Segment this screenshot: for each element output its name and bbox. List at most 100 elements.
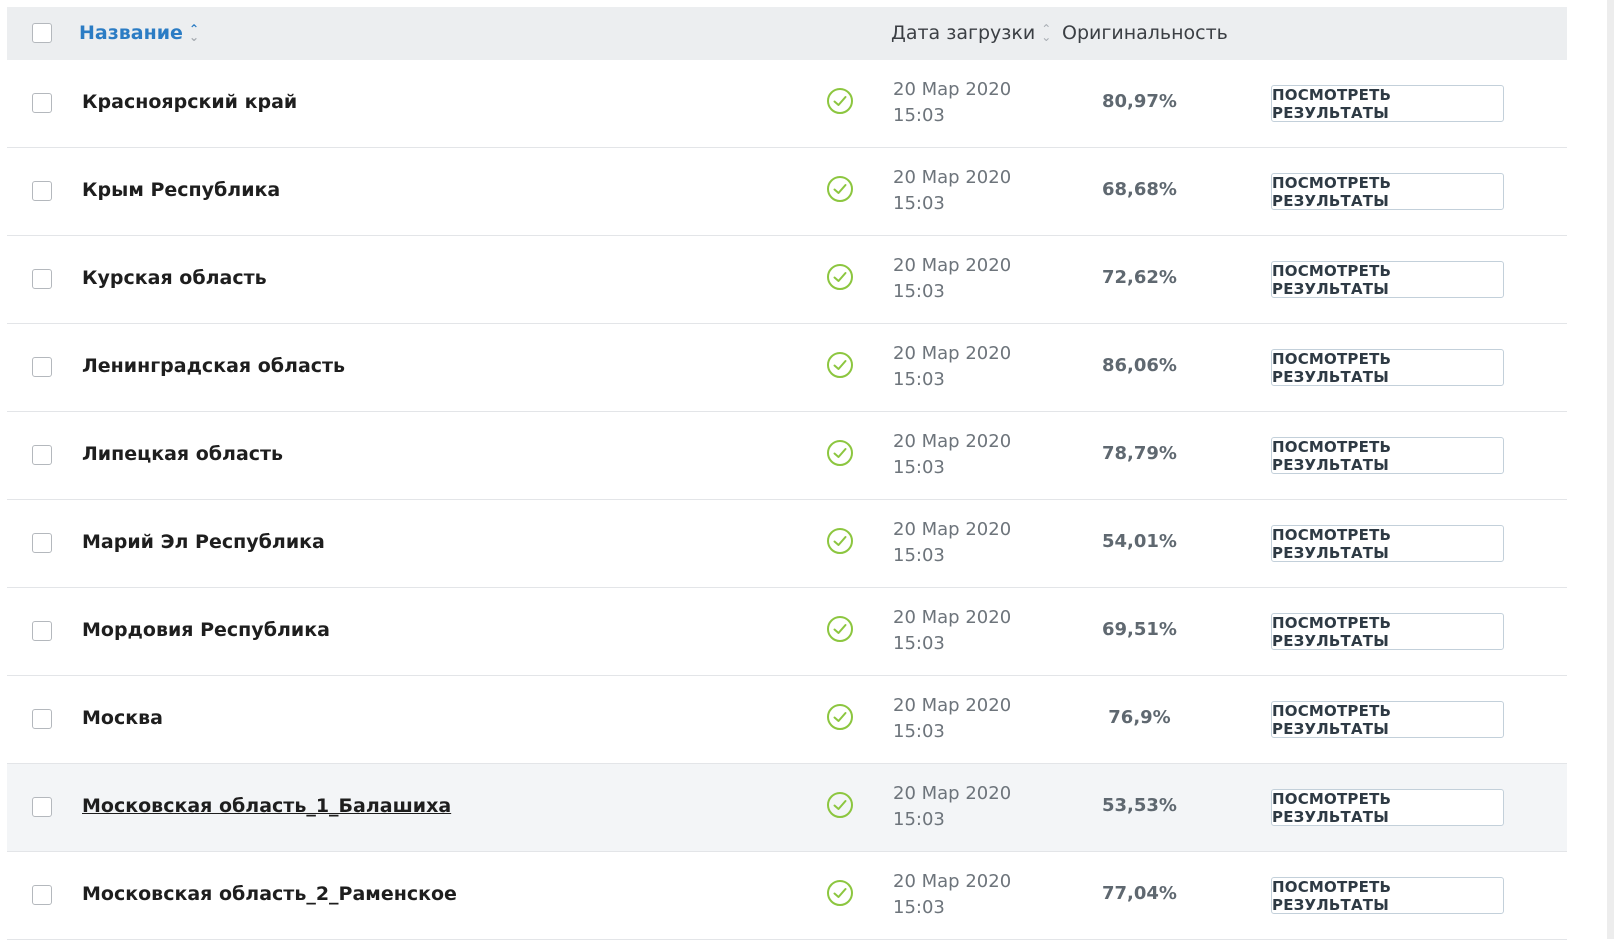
check-circle-icon — [827, 880, 853, 906]
originality-value: 78,79% — [1102, 443, 1177, 464]
originality-value: 76,9% — [1108, 707, 1171, 728]
date-column-header[interactable]: Дата загрузки ⌃ ⌄ — [891, 22, 1051, 44]
upload-date: 20 Мар 2020 — [893, 607, 1012, 628]
view-results-button[interactable]: ПОСМОТРЕТЬ РЕЗУЛЬТАТЫ — [1271, 877, 1504, 914]
originality-value: 69,51% — [1102, 619, 1177, 640]
originality-value: 53,53% — [1102, 795, 1177, 816]
document-name[interactable]: Мордовия Республика — [82, 619, 330, 641]
check-circle-icon — [827, 792, 853, 818]
check-circle-icon — [827, 264, 853, 290]
view-results-button[interactable]: ПОСМОТРЕТЬ РЕЗУЛЬТАТЫ — [1271, 173, 1504, 210]
upload-datetime: 20 Мар 2020 15:03 — [893, 429, 1011, 481]
upload-datetime: 20 Мар 2020 15:03 — [893, 693, 1011, 745]
originality-value: 80,97% — [1102, 91, 1177, 112]
upload-date: 20 Мар 2020 — [893, 255, 1012, 276]
upload-date: 20 Мар 2020 — [893, 343, 1012, 364]
view-results-button[interactable]: ПОСМОТРЕТЬ РЕЗУЛЬТАТЫ — [1271, 789, 1504, 826]
upload-date: 20 Мар 2020 — [893, 695, 1012, 716]
row-checkbox[interactable] — [32, 269, 52, 289]
originality-value: 77,04% — [1102, 883, 1177, 904]
upload-time: 15:03 — [893, 809, 945, 830]
table-row[interactable]: Московская область_1_Балашиха 20 Мар 202… — [7, 764, 1567, 852]
check-circle-icon — [827, 352, 853, 378]
upload-datetime: 20 Мар 2020 15:03 — [893, 781, 1011, 833]
view-results-button[interactable]: ПОСМОТРЕТЬ РЕЗУЛЬТАТЫ — [1271, 437, 1504, 474]
row-checkbox[interactable] — [32, 533, 52, 553]
originality-value: 68,68% — [1102, 179, 1177, 200]
upload-datetime: 20 Мар 2020 15:03 — [893, 517, 1011, 569]
table-body: Красноярский край 20 Мар 2020 15:03 80,9… — [7, 60, 1567, 940]
table-row[interactable]: Ленинградская область 20 Мар 2020 15:03 … — [7, 324, 1567, 412]
originality-value: 72,62% — [1102, 267, 1177, 288]
name-column-label: Название — [79, 22, 183, 44]
table-row[interactable]: Марий Эл Республика 20 Мар 2020 15:03 54… — [7, 500, 1567, 588]
table-row[interactable]: Курская область 20 Мар 2020 15:03 72,62%… — [7, 236, 1567, 324]
upload-time: 15:03 — [893, 897, 945, 918]
document-name[interactable]: Марий Эл Республика — [82, 531, 325, 553]
upload-date: 20 Мар 2020 — [893, 871, 1012, 892]
row-checkbox[interactable] — [32, 181, 52, 201]
row-checkbox[interactable] — [32, 885, 52, 905]
check-circle-icon — [827, 440, 853, 466]
row-checkbox[interactable] — [32, 797, 52, 817]
upload-date: 20 Мар 2020 — [893, 79, 1012, 100]
document-name[interactable]: Ленинградская область — [82, 355, 345, 377]
view-results-button[interactable]: ПОСМОТРЕТЬ РЕЗУЛЬТАТЫ — [1271, 525, 1504, 562]
upload-time: 15:03 — [893, 369, 945, 390]
row-checkbox[interactable] — [32, 93, 52, 113]
table-row[interactable]: Московская область_2_Раменское 20 Мар 20… — [7, 852, 1567, 940]
view-results-button[interactable]: ПОСМОТРЕТЬ РЕЗУЛЬТАТЫ — [1271, 85, 1504, 122]
check-circle-icon — [827, 88, 853, 114]
document-name[interactable]: Московская область_2_Раменское — [82, 883, 457, 905]
originality-value: 86,06% — [1102, 355, 1177, 376]
upload-time: 15:03 — [893, 457, 945, 478]
table-row[interactable]: Красноярский край 20 Мар 2020 15:03 80,9… — [7, 60, 1567, 148]
table-row[interactable]: Липецкая область 20 Мар 2020 15:03 78,79… — [7, 412, 1567, 500]
document-name[interactable]: Крым Республика — [82, 179, 280, 201]
document-name[interactable]: Москва — [82, 707, 163, 729]
check-circle-icon — [827, 528, 853, 554]
select-all-checkbox[interactable] — [32, 23, 52, 43]
upload-time: 15:03 — [893, 633, 945, 654]
upload-time: 15:03 — [893, 545, 945, 566]
check-circle-icon — [827, 704, 853, 730]
document-name[interactable]: Курская область — [82, 267, 267, 289]
table-header: Название ⌃ ⌄ Дата загрузки ⌃ ⌄ Оригиналь… — [7, 7, 1567, 60]
table-row[interactable]: Москва 20 Мар 2020 15:03 76,9% ПОСМОТРЕТ… — [7, 676, 1567, 764]
document-name[interactable]: Липецкая область — [82, 443, 283, 465]
row-checkbox[interactable] — [32, 357, 52, 377]
sort-icon[interactable]: ⌃ ⌄ — [1041, 23, 1051, 43]
check-circle-icon — [827, 616, 853, 642]
sort-icon[interactable]: ⌃ ⌄ — [189, 23, 199, 43]
upload-datetime: 20 Мар 2020 15:03 — [893, 77, 1011, 129]
table-row[interactable]: Мордовия Республика 20 Мар 2020 15:03 69… — [7, 588, 1567, 676]
upload-datetime: 20 Мар 2020 15:03 — [893, 165, 1011, 217]
upload-date: 20 Мар 2020 — [893, 167, 1012, 188]
view-results-button[interactable]: ПОСМОТРЕТЬ РЕЗУЛЬТАТЫ — [1271, 349, 1504, 386]
upload-time: 15:03 — [893, 281, 945, 302]
upload-date: 20 Мар 2020 — [893, 783, 1012, 804]
view-results-button[interactable]: ПОСМОТРЕТЬ РЕЗУЛЬТАТЫ — [1271, 701, 1504, 738]
upload-time: 15:03 — [893, 193, 945, 214]
upload-datetime: 20 Мар 2020 15:03 — [893, 605, 1011, 657]
upload-datetime: 20 Мар 2020 15:03 — [893, 341, 1011, 393]
originality-column-header: Оригинальность — [1062, 22, 1228, 44]
upload-datetime: 20 Мар 2020 15:03 — [893, 253, 1011, 305]
scrollbar[interactable] — [1607, 0, 1614, 939]
originality-value: 54,01% — [1102, 531, 1177, 552]
date-column-label: Дата загрузки — [891, 22, 1036, 44]
row-checkbox[interactable] — [32, 621, 52, 641]
upload-time: 15:03 — [893, 105, 945, 126]
document-name[interactable]: Московская область_1_Балашиха — [82, 795, 451, 817]
view-results-button[interactable]: ПОСМОТРЕТЬ РЕЗУЛЬТАТЫ — [1271, 261, 1504, 298]
name-column-header[interactable]: Название ⌃ ⌄ — [79, 22, 199, 44]
documents-table: Название ⌃ ⌄ Дата загрузки ⌃ ⌄ Оригиналь… — [7, 7, 1567, 940]
table-row[interactable]: Крым Республика 20 Мар 2020 15:03 68,68%… — [7, 148, 1567, 236]
view-results-button[interactable]: ПОСМОТРЕТЬ РЕЗУЛЬТАТЫ — [1271, 613, 1504, 650]
row-checkbox[interactable] — [32, 709, 52, 729]
upload-date: 20 Мар 2020 — [893, 519, 1012, 540]
check-circle-icon — [827, 176, 853, 202]
document-name[interactable]: Красноярский край — [82, 91, 297, 113]
upload-datetime: 20 Мар 2020 15:03 — [893, 869, 1011, 921]
row-checkbox[interactable] — [32, 445, 52, 465]
